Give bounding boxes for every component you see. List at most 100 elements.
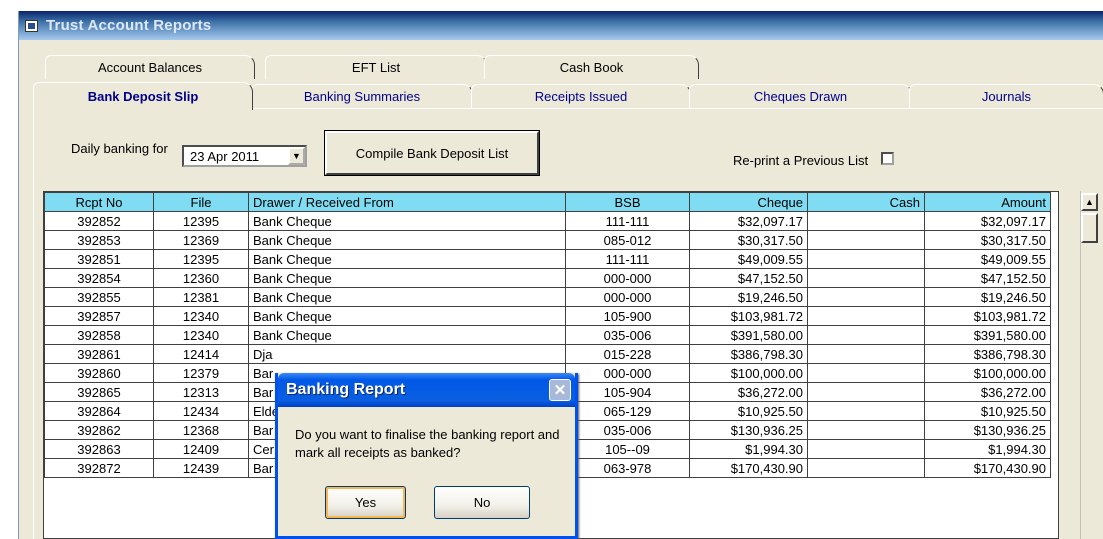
chevron-down-icon[interactable]: ▼ <box>288 147 305 165</box>
cell-rcpt-no: 392855 <box>44 287 154 307</box>
cell-file: 12340 <box>153 325 249 345</box>
cell-rcpt-no: 392853 <box>44 230 154 250</box>
cell-bsb: 111-111 <box>565 249 690 269</box>
cell-cash <box>807 249 925 269</box>
cell-drawer: Dja <box>248 344 566 364</box>
cell-cash <box>807 420 925 440</box>
yes-button[interactable]: Yes <box>325 486 406 519</box>
cell-file: 12439 <box>153 458 249 478</box>
cell-rcpt-no: 392863 <box>44 439 154 459</box>
cell-rcpt-no: 392862 <box>44 420 154 440</box>
table-row[interactable]: 392851 12395 Bank Cheque 111-111 $49,009.55 $… <box>44 249 1051 269</box>
column-header-cash[interactable]: Cash <box>807 192 925 212</box>
tab-journals[interactable]: Journals <box>909 84 1103 108</box>
tab-label: EFT List <box>351 60 401 75</box>
table-row[interactable]: 392858 12340 Bank Cheque 035-006 $391,580.00… <box>44 325 1051 345</box>
column-header-cheque[interactable]: Cheque <box>689 192 808 212</box>
scroll-thumb[interactable] <box>1081 213 1098 243</box>
tab-banking-summaries[interactable]: Banking Summaries <box>251 84 473 108</box>
tab-bank-deposit-slip[interactable]: Bank Deposit Slip <box>33 82 253 110</box>
cell-file: 12379 <box>153 363 249 383</box>
cell-rcpt-no: 392864 <box>44 401 154 421</box>
table-row[interactable]: 392855 12381 Bank Cheque 000-000 $19,246.50 $… <box>44 287 1051 307</box>
column-header-amount[interactable]: Amount <box>924 192 1051 212</box>
cell-amount: $391,580.00 <box>924 325 1051 345</box>
scroll-up-arrow-icon[interactable]: ▲ <box>1081 193 1098 211</box>
cell-cheque: $36,272.00 <box>689 382 808 402</box>
tab-cash-book[interactable]: Cash Book <box>484 55 699 79</box>
cell-drawer: Bank Cheque <box>248 249 566 269</box>
close-icon[interactable]: ✕ <box>549 379 571 401</box>
window-titlebar[interactable]: Trust Account Reports <box>19 11 1103 40</box>
cell-drawer: Bank Cheque <box>248 230 566 250</box>
column-header-bsb[interactable]: BSB <box>565 192 690 212</box>
cell-file: 12434 <box>153 401 249 421</box>
cell-rcpt-no: 392872 <box>44 458 154 478</box>
cell-cash <box>807 306 925 326</box>
dialog-message: Do you want to finalise the banking repo… <box>295 427 560 460</box>
reprint-previous-list-label: Re-print a Previous List <box>733 153 869 168</box>
yes-button-label: Yes <box>354 495 377 510</box>
cell-cheque: $391,580.00 <box>689 325 808 345</box>
vertical-scrollbar[interactable]: ▲ <box>1080 191 1098 539</box>
cell-cash <box>807 287 925 307</box>
tab-label: Bank Deposit Slip <box>87 89 199 104</box>
cell-rcpt-no: 392857 <box>44 306 154 326</box>
no-button-label: No <box>473 495 491 510</box>
cell-cheque: $1,994.30 <box>689 439 808 459</box>
tab-cheques-drawn[interactable]: Cheques Drawn <box>689 84 912 108</box>
table-row[interactable]: 392853 12369 Bank Cheque 085-012 $30,317.50 $… <box>44 230 1051 250</box>
cell-cheque: $49,009.55 <box>689 249 808 269</box>
compile-bank-deposit-list-button[interactable]: Compile Bank Deposit List <box>324 130 540 176</box>
dialog-titlebar[interactable]: Banking Report ✕ <box>278 373 575 407</box>
cell-bsb: 085-012 <box>565 230 690 250</box>
cell-cheque: $170,430.90 <box>689 458 808 478</box>
table-row[interactable]: 392861 12414 Dja 015-228 $386,798.30 $386,798… <box>44 344 1051 364</box>
banking-date-select[interactable]: 23 Apr 2011 ▼ <box>182 145 307 167</box>
cell-file: 12340 <box>153 306 249 326</box>
cell-file: 12409 <box>153 439 249 459</box>
cell-amount: $130,936.25 <box>924 420 1051 440</box>
table-row[interactable]: 392854 12360 Bank Cheque 000-000 $47,152.50 $… <box>44 268 1051 288</box>
cell-rcpt-no: 392852 <box>44 211 154 231</box>
cell-file: 12395 <box>153 211 249 231</box>
cell-file: 12414 <box>153 344 249 364</box>
tab-label: Cash Book <box>559 60 624 75</box>
cell-amount: $36,272.00 <box>924 382 1051 402</box>
tab-account-balances[interactable]: Account Balances <box>45 55 255 79</box>
table-header-row: Rcpt No File Drawer / Received From BSB … <box>44 192 1051 212</box>
cell-cheque: $130,936.25 <box>689 420 808 440</box>
table-row[interactable]: 392857 12340 Bank Cheque 105-900 $103,981.72… <box>44 306 1051 326</box>
tab-eft-list[interactable]: EFT List <box>265 55 487 79</box>
cell-rcpt-no: 392865 <box>44 382 154 402</box>
column-header-drawer[interactable]: Drawer / Received From <box>248 192 566 212</box>
cell-file: 12368 <box>153 420 249 440</box>
cell-cheque: $47,152.50 <box>689 268 808 288</box>
tab-label: Account Balances <box>97 60 203 75</box>
cell-bsb: 035-006 <box>565 325 690 345</box>
reprint-previous-list-checkbox[interactable] <box>881 152 894 165</box>
tab-label: Banking Summaries <box>303 89 421 104</box>
cell-rcpt-no: 392860 <box>44 363 154 383</box>
cell-cheque: $386,798.30 <box>689 344 808 364</box>
column-header-file[interactable]: File <box>153 192 249 212</box>
column-header-rcpt-no[interactable]: Rcpt No <box>44 192 154 212</box>
cell-cheque: $32,097.17 <box>689 211 808 231</box>
cell-file: 12395 <box>153 249 249 269</box>
cell-file: 12313 <box>153 382 249 402</box>
cell-bsb: 035-006 <box>565 420 690 440</box>
tab-receipts-issued[interactable]: Receipts Issued <box>471 84 691 108</box>
no-button[interactable]: No <box>434 486 530 519</box>
tab-label: Cheques Drawn <box>753 89 848 104</box>
banking-date-value: 23 Apr 2011 <box>190 148 260 164</box>
cell-rcpt-no: 392858 <box>44 325 154 345</box>
cell-bsb: 111-111 <box>565 211 690 231</box>
cell-amount: $170,430.90 <box>924 458 1051 478</box>
cell-file: 12369 <box>153 230 249 250</box>
dialog-title: Banking Report <box>286 381 406 398</box>
window-title: Trust Account Reports <box>46 17 212 34</box>
cell-cash <box>807 439 925 459</box>
cell-file: 12381 <box>153 287 249 307</box>
cell-amount: $32,097.17 <box>924 211 1051 231</box>
table-row[interactable]: 392852 12395 Bank Cheque 111-111 $32,097.17 $… <box>44 211 1051 231</box>
